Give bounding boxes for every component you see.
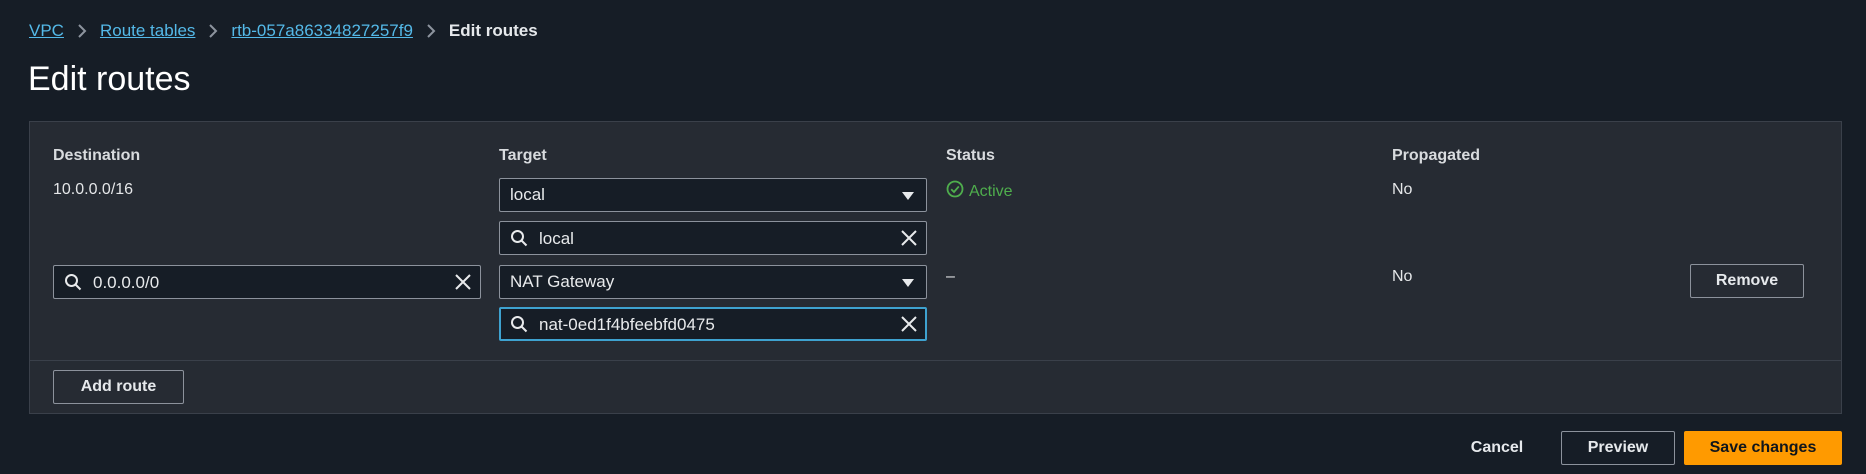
search-icon [510, 315, 528, 338]
chevron-right-icon [195, 24, 231, 38]
breadcrumb: VPC Route tables rtb-057a86334827257f9 E… [29, 20, 538, 42]
preview-button[interactable]: Preview [1561, 431, 1675, 465]
column-header-destination: Destination [53, 147, 141, 164]
search-icon [510, 229, 528, 252]
target-type-value: NAT Gateway [510, 272, 615, 291]
page-title: Edit routes [28, 60, 191, 98]
close-icon[interactable] [454, 273, 472, 296]
destination-search-value: 0.0.0.0/0 [93, 273, 160, 292]
column-header-status: Status [946, 147, 995, 164]
caret-down-icon [901, 188, 915, 208]
chevron-right-icon [64, 24, 100, 38]
status-badge: Active [946, 180, 1013, 203]
breadcrumb-route-table-id-link[interactable]: rtb-057a86334827257f9 [231, 21, 413, 41]
breadcrumb-vpc-link[interactable]: VPC [29, 21, 64, 41]
propagated-text: No [1392, 268, 1413, 285]
save-changes-button[interactable]: Save changes [1684, 431, 1842, 465]
add-route-button[interactable]: Add route [53, 370, 184, 404]
remove-route-button[interactable]: Remove [1690, 264, 1804, 298]
close-icon[interactable] [900, 315, 918, 338]
column-header-target: Target [499, 147, 547, 164]
breadcrumb-current: Edit routes [448, 21, 538, 40]
route-destination-text: 10.0.0.0/16 [53, 181, 134, 198]
destination-search-input[interactable]: 0.0.0.0/0 [53, 265, 481, 299]
chevron-right-icon [413, 24, 449, 38]
propagated-text: No [1392, 181, 1413, 198]
caret-down-icon [901, 275, 915, 295]
status-text: Active [969, 182, 1013, 200]
target-type-select[interactable]: local [499, 178, 927, 212]
target-search-value: nat-0ed1f4bfeebfd0475 [539, 315, 715, 334]
target-type-select[interactable]: NAT Gateway [499, 265, 927, 299]
close-icon[interactable] [900, 229, 918, 252]
search-icon [64, 273, 82, 296]
column-header-propagated: Propagated [1392, 147, 1481, 164]
cancel-button[interactable]: Cancel [1458, 431, 1536, 465]
panel-footer: Add route [30, 360, 1841, 415]
status-text: – [946, 268, 955, 285]
routes-panel: Destination Target Status Propagated 10.… [29, 121, 1842, 414]
target-search-input[interactable]: local [499, 221, 927, 255]
check-circle-icon [946, 180, 964, 203]
target-type-value: local [510, 185, 545, 204]
target-search-input[interactable]: nat-0ed1f4bfeebfd0475 [499, 307, 927, 341]
target-search-value: local [539, 229, 574, 248]
breadcrumb-route-tables-link[interactable]: Route tables [100, 21, 195, 41]
